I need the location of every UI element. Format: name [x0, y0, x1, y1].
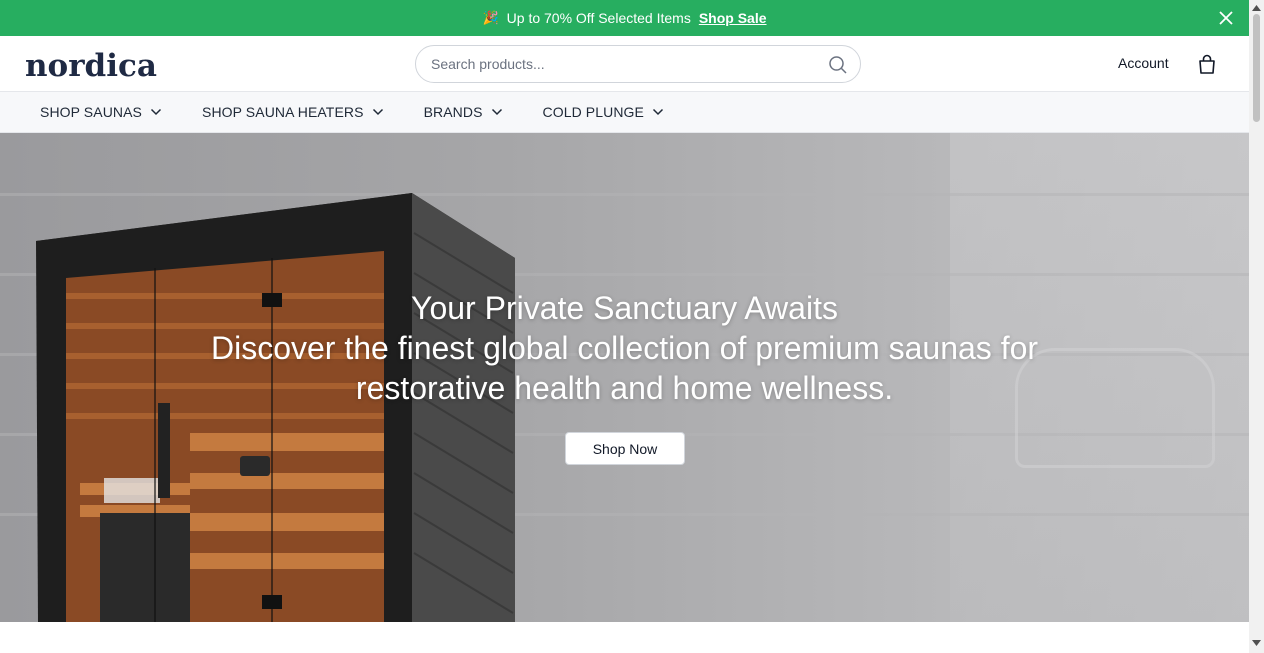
shopping-bag-icon[interactable]	[1198, 54, 1216, 74]
party-popper-icon: 🎉	[482, 10, 499, 25]
main-nav: SHOP SAUNAS SHOP SAUNA HEATERS BRANDS CO…	[0, 92, 1249, 133]
scrollbar-thumb[interactable]	[1253, 14, 1260, 122]
scroll-down-arrow-icon[interactable]	[1252, 640, 1261, 646]
close-icon[interactable]	[1217, 9, 1235, 27]
shop-now-button[interactable]: Shop Now	[565, 432, 685, 465]
chevron-down-icon	[150, 108, 162, 116]
shop-sale-link[interactable]: Shop Sale	[699, 10, 767, 26]
hero-title: Your Private Sanctuary Awaits	[411, 290, 838, 326]
nav-item-label: SHOP SAUNA HEATERS	[202, 104, 364, 120]
nav-shop-sauna-heaters[interactable]: SHOP SAUNA HEATERS	[202, 104, 384, 120]
search-bar[interactable]	[415, 45, 861, 83]
chevron-down-icon	[491, 108, 502, 116]
nav-brands[interactable]: BRANDS	[424, 104, 503, 120]
page-scrollbar[interactable]	[1249, 0, 1264, 653]
hero-text: Your Private Sanctuary Awaits Discover t…	[0, 288, 1249, 408]
search-icon[interactable]	[828, 55, 848, 75]
hero-subtitle-line2: restorative health and home wellness.	[355, 370, 894, 406]
chevron-down-icon	[372, 108, 383, 116]
nav-item-label: COLD PLUNGE	[542, 104, 644, 120]
scroll-up-arrow-icon[interactable]	[1252, 5, 1261, 11]
logo[interactable]: nordica	[25, 48, 157, 84]
chevron-down-icon	[652, 108, 664, 116]
nav-item-label: BRANDS	[423, 104, 483, 120]
account-link[interactable]: Account	[1118, 55, 1169, 71]
announcement-text: Up to 70% Off Selected Items	[506, 10, 691, 26]
nav-item-label: SHOP SAUNAS	[40, 104, 142, 120]
hero-banner: Your Private Sanctuary Awaits Discover t…	[0, 133, 1249, 622]
page: 🎉 Up to 70% Off Selected Items Shop Sale…	[0, 0, 1249, 653]
nav-shop-saunas[interactable]: SHOP SAUNAS	[40, 104, 162, 120]
announcement-bar: 🎉 Up to 70% Off Selected Items Shop Sale	[0, 0, 1249, 36]
hero-subtitle-line1: Discover the finest global collection of…	[210, 330, 1039, 366]
search-input[interactable]	[431, 56, 821, 72]
site-header: nordica Account	[0, 36, 1249, 92]
nav-cold-plunge[interactable]: COLD PLUNGE	[543, 104, 664, 120]
